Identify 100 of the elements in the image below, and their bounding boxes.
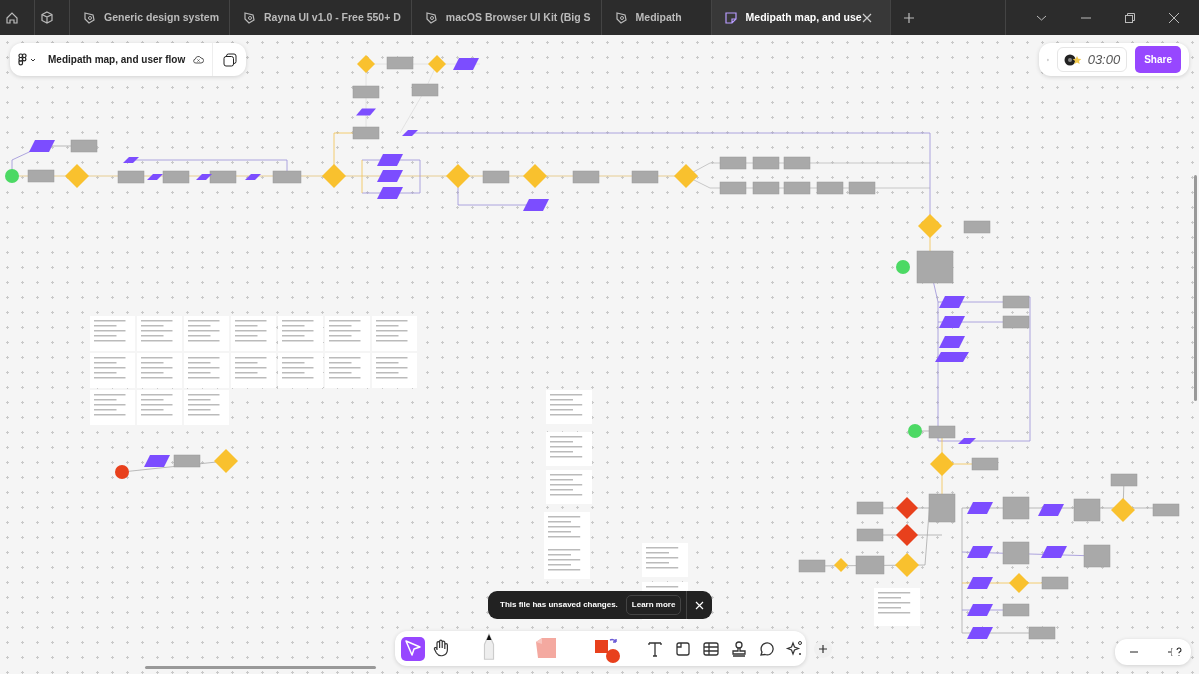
home-icon (5, 10, 19, 25)
process-box (1028, 626, 1056, 640)
process-box (386, 56, 414, 70)
cloud-icon (193, 55, 205, 64)
data-parallelogram (377, 187, 403, 199)
decision-diamond (895, 553, 919, 577)
decision-diamond (446, 164, 470, 188)
note-card (184, 316, 229, 351)
cube-icon (40, 10, 54, 25)
data-parallelogram (935, 352, 969, 362)
note-card (278, 316, 323, 351)
note-card (90, 316, 135, 351)
process-box (719, 156, 747, 170)
decision-diamond (214, 449, 238, 473)
process-box (1002, 603, 1030, 617)
note-card (90, 353, 135, 388)
note-card (546, 432, 592, 466)
file-title[interactable]: Medipath map, and user flow (48, 52, 186, 67)
close-icon[interactable] (1169, 12, 1179, 23)
process-box (928, 493, 956, 523)
note-card (546, 470, 592, 504)
note-card (544, 545, 590, 579)
pen-nib-icon (241, 10, 256, 25)
data-parallelogram (523, 199, 549, 211)
timer-widget[interactable]: 03:00 (1056, 46, 1128, 73)
process-box (1002, 496, 1030, 520)
data-parallelogram (967, 502, 993, 514)
chevron-down-icon[interactable] (1036, 14, 1047, 21)
note-card (231, 353, 276, 388)
new-tab-icon[interactable] (903, 12, 914, 23)
process-box (209, 170, 237, 184)
terminal-circle (908, 424, 922, 438)
select-tool[interactable] (401, 636, 425, 661)
decision-diamond (896, 524, 918, 546)
note-card (546, 390, 592, 424)
note-card (544, 512, 590, 546)
process-box (783, 156, 811, 170)
process-box (117, 170, 145, 184)
data-parallelogram (29, 140, 55, 152)
process-box (752, 181, 780, 195)
note-card (642, 543, 688, 577)
data-parallelogram (123, 157, 139, 163)
decision-diamond (357, 55, 375, 73)
data-parallelogram (967, 546, 993, 558)
data-parallelogram (967, 627, 993, 639)
process-box (971, 457, 999, 471)
process-box (352, 85, 380, 99)
decision-diamond (428, 55, 446, 73)
data-parallelogram (144, 455, 170, 467)
note-card (325, 353, 370, 388)
process-box (352, 126, 380, 140)
data-parallelogram (377, 154, 403, 166)
decision-diamond (834, 558, 848, 572)
note-card (231, 316, 276, 351)
scrollbar[interactable] (145, 666, 376, 669)
process-box (173, 454, 201, 468)
close-icon[interactable] (861, 12, 872, 23)
scrollbar[interactable] (1194, 175, 1197, 401)
process-box (1041, 576, 1069, 590)
restore-icon[interactable] (1125, 12, 1135, 23)
music-disc-icon (1063, 53, 1084, 66)
process-box (162, 170, 190, 184)
process-box (631, 170, 659, 184)
process-box (1083, 544, 1111, 568)
sticky-note-icon (723, 10, 738, 25)
process-box (1002, 315, 1030, 329)
process-box (848, 181, 876, 195)
share-button[interactable]: Share (1135, 46, 1181, 73)
data-parallelogram (939, 336, 965, 348)
process-box (916, 250, 954, 284)
pen-nib-icon (613, 10, 628, 25)
process-box (27, 169, 55, 183)
note-card (184, 390, 229, 425)
note-card (874, 588, 920, 626)
terminal-circle (5, 169, 19, 183)
process-box (482, 170, 510, 184)
data-parallelogram (453, 58, 479, 70)
note-card (278, 353, 323, 388)
process-box (856, 528, 884, 542)
data-parallelogram (939, 316, 965, 328)
process-box (963, 220, 991, 234)
process-box (752, 156, 780, 170)
chevron-down-icon (30, 57, 36, 62)
process-box (272, 170, 302, 184)
note-card (325, 316, 370, 351)
terminal-circle (896, 260, 910, 274)
note-card (90, 390, 135, 425)
data-parallelogram (967, 577, 993, 589)
data-parallelogram (356, 108, 376, 116)
process-box (855, 555, 885, 575)
note-card (137, 353, 182, 388)
data-parallelogram (377, 170, 403, 182)
decision-diamond (896, 497, 918, 519)
decision-diamond (918, 214, 942, 238)
pen-nib-icon (82, 10, 96, 25)
process-box (719, 181, 747, 195)
note-card (137, 316, 182, 351)
pages-icon[interactable] (222, 52, 237, 67)
learn-more-button[interactable]: Learn more (625, 595, 682, 615)
file-tab[interactable]: Medipath map, and use (711, 0, 891, 35)
